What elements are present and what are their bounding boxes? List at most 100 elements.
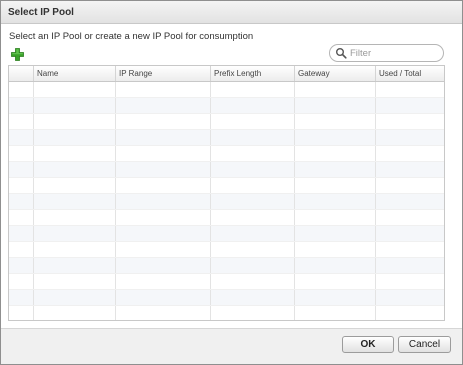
- table-cell: [376, 306, 444, 320]
- table-row: [9, 98, 444, 114]
- table-cell: [376, 258, 444, 273]
- table-row: [9, 306, 444, 320]
- table-cell: [211, 194, 295, 209]
- table-row: [9, 210, 444, 226]
- column-header-ip-range[interactable]: IP Range: [116, 66, 211, 81]
- table-cell: [376, 178, 444, 193]
- select-ip-pool-dialog: Select IP Pool Select an IP Pool or crea…: [0, 0, 463, 365]
- table-cell: [116, 162, 211, 177]
- table-cell: [9, 274, 34, 289]
- table-cell: [211, 258, 295, 273]
- table-cell: [34, 178, 116, 193]
- table-cell: [211, 242, 295, 257]
- table-cell: [34, 290, 116, 305]
- column-header-name[interactable]: Name: [34, 66, 116, 81]
- table-cell: [116, 226, 211, 241]
- table-cell: [376, 114, 444, 129]
- column-header-gateway[interactable]: Gateway: [295, 66, 376, 81]
- table-row: [9, 274, 444, 290]
- table-cell: [295, 130, 376, 145]
- table-cell: [116, 178, 211, 193]
- table-cell: [211, 274, 295, 289]
- table-cell: [295, 98, 376, 113]
- table-cell: [116, 98, 211, 113]
- table-cell: [295, 274, 376, 289]
- table-cell: [34, 274, 116, 289]
- table-cell: [9, 114, 34, 129]
- table-cell: [376, 242, 444, 257]
- table-cell: [116, 130, 211, 145]
- filter-box[interactable]: [329, 44, 444, 62]
- table-cell: [116, 306, 211, 320]
- table-cell: [116, 210, 211, 225]
- table-cell: [376, 82, 444, 97]
- table-cell: [295, 194, 376, 209]
- table-cell: [211, 178, 295, 193]
- table-cell: [295, 226, 376, 241]
- table-cell: [211, 162, 295, 177]
- table-cell: [34, 306, 116, 320]
- table-cell: [295, 242, 376, 257]
- table-cell: [376, 194, 444, 209]
- table-cell: [376, 226, 444, 241]
- table-cell: [9, 306, 34, 320]
- table-row: [9, 146, 444, 162]
- table-cell: [34, 226, 116, 241]
- table-cell: [211, 210, 295, 225]
- column-header-select[interactable]: [9, 66, 34, 81]
- table-cell: [295, 146, 376, 161]
- table-cell: [9, 242, 34, 257]
- table-header: Name IP Range Prefix Length Gateway Used…: [9, 66, 444, 82]
- table-cell: [295, 114, 376, 129]
- table-row: [9, 242, 444, 258]
- table-cell: [376, 274, 444, 289]
- table-cell: [9, 82, 34, 97]
- table-cell: [9, 290, 34, 305]
- table-cell: [295, 210, 376, 225]
- table-cell: [211, 146, 295, 161]
- table-cell: [9, 258, 34, 273]
- table-cell: [376, 146, 444, 161]
- table-body: [9, 82, 444, 320]
- table-cell: [211, 82, 295, 97]
- cancel-button[interactable]: Cancel: [398, 336, 451, 353]
- table-row: [9, 178, 444, 194]
- table-cell: [211, 114, 295, 129]
- table-cell: [116, 194, 211, 209]
- column-header-prefix-length[interactable]: Prefix Length: [211, 66, 295, 81]
- column-header-used-total[interactable]: Used / Total: [376, 66, 444, 81]
- table-cell: [9, 194, 34, 209]
- filter-input[interactable]: [350, 47, 440, 59]
- table-row: [9, 82, 444, 98]
- table-cell: [211, 226, 295, 241]
- table-cell: [116, 242, 211, 257]
- table-cell: [116, 146, 211, 161]
- table-cell: [9, 98, 34, 113]
- ok-button[interactable]: OK: [342, 336, 394, 353]
- table-cell: [34, 146, 116, 161]
- search-icon: [336, 48, 347, 59]
- table-row: [9, 290, 444, 306]
- table-cell: [295, 290, 376, 305]
- table-cell: [295, 162, 376, 177]
- instruction-text: Select an IP Pool or create a new IP Poo…: [9, 31, 254, 42]
- table-cell: [9, 162, 34, 177]
- table-cell: [295, 82, 376, 97]
- table-row: [9, 258, 444, 274]
- table-cell: [295, 178, 376, 193]
- add-icon[interactable]: [11, 48, 24, 61]
- table-cell: [295, 258, 376, 273]
- table-cell: [376, 290, 444, 305]
- table-cell: [34, 130, 116, 145]
- table-cell: [116, 82, 211, 97]
- table-cell: [9, 146, 34, 161]
- table-cell: [116, 290, 211, 305]
- table-cell: [211, 98, 295, 113]
- table-cell: [34, 82, 116, 97]
- table-cell: [34, 194, 116, 209]
- table-row: [9, 114, 444, 130]
- table-cell: [34, 162, 116, 177]
- table-cell: [34, 242, 116, 257]
- table-cell: [9, 130, 34, 145]
- table-row: [9, 226, 444, 242]
